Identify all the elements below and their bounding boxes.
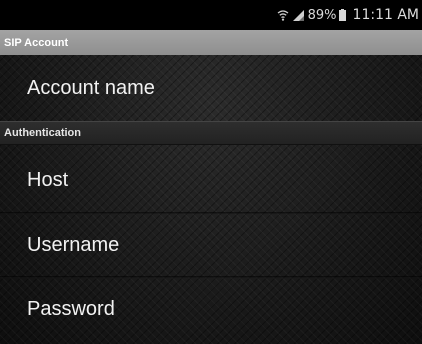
status-bar: 89% 11:11 AM <box>0 0 422 30</box>
username-label: Username <box>27 233 120 256</box>
account-name-label: Account name <box>27 76 155 99</box>
password-label: Password <box>27 297 115 320</box>
host-label: Host <box>27 168 69 191</box>
password-preference[interactable]: Password <box>0 278 422 340</box>
host-preference[interactable]: Host <box>0 150 422 210</box>
sip-settings-screen: 89% 11:11 AM SIP Account Account name Au… <box>0 0 422 344</box>
section-header-authentication: Authentication <box>0 121 422 145</box>
battery-percent: 89% <box>307 7 337 23</box>
section-header-sip-account: SIP Account <box>0 30 422 55</box>
wifi-icon <box>277 9 289 22</box>
username-preference[interactable]: Username <box>0 214 422 276</box>
battery-icon <box>338 9 346 21</box>
signal-icon <box>292 9 305 22</box>
account-name-preference[interactable]: Account name <box>0 58 422 118</box>
status-time: 11:11 AM <box>352 7 419 23</box>
